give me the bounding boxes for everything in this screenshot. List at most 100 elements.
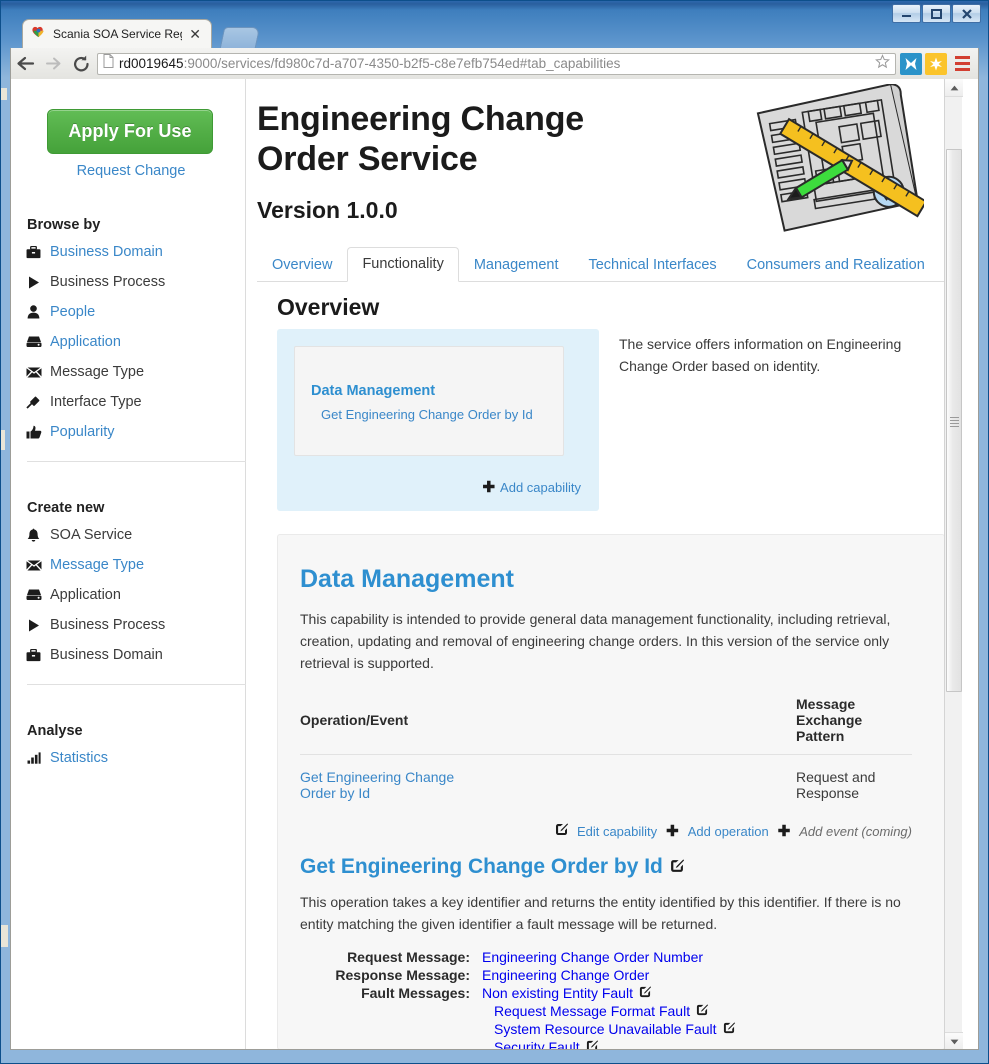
column-message-exchange-pattern: Message Exchange Pattern [460, 692, 912, 755]
main-content: Engineering Change Order Service Version… [247, 79, 962, 1049]
bell-icon [25, 528, 42, 542]
fault-message-link[interactable]: Security Fault [494, 1039, 580, 1049]
sidebar-label: Business Process [50, 274, 166, 290]
sidebar-label: Application [50, 587, 121, 603]
capability-detail-panel: Data Management This capability is inten… [277, 534, 945, 1049]
forward-button[interactable] [39, 55, 67, 72]
address-bar-text: rd0019645:9000/services/fd980c7d-a707-43… [119, 56, 620, 71]
add-operation-link[interactable]: Add operation [688, 824, 769, 839]
tab-overview[interactable]: Overview [257, 248, 347, 282]
minimize-button[interactable] [892, 4, 921, 23]
column-operation-event: Operation/Event [300, 692, 461, 755]
capability-actions: Edit capability ✚ Add operation ✚ Add ev… [300, 823, 912, 839]
scroll-down-arrow[interactable] [945, 1032, 963, 1049]
server-icon [25, 336, 42, 348]
response-message-value[interactable]: Engineering Change Order [482, 967, 649, 983]
envelope-icon [25, 559, 42, 571]
favicon-icon [31, 24, 46, 44]
bar-chart-icon [25, 752, 42, 764]
sidebar-item-application[interactable]: Application [25, 333, 245, 351]
hamburger-menu-icon[interactable] [950, 56, 974, 71]
capability-card[interactable]: Data Management Get Engineering Change O… [294, 346, 564, 456]
plus-icon: ✚ [777, 822, 791, 840]
message-definitions: Request Message: Engineering Change Orde… [300, 949, 922, 1049]
response-message-label: Response Message: [335, 967, 470, 983]
edit-icon[interactable] [670, 855, 684, 879]
sidebar-item-statistics[interactable]: Statistics [25, 749, 245, 767]
sidebar-item-interface-type[interactable]: Interface Type [25, 393, 245, 411]
sidebar-item-create-application[interactable]: Application [25, 586, 245, 604]
apply-for-use-button[interactable]: Apply For Use [47, 109, 213, 154]
sidebar-item-business-process[interactable]: Business Process [25, 273, 245, 291]
edit-capability-link[interactable]: Edit capability [577, 824, 657, 839]
url-path: :9000/services/fd980c7d-a707-4350-b2f5-c… [183, 56, 621, 71]
new-tab-button[interactable] [219, 27, 261, 48]
operation-title-text[interactable]: Get Engineering Change Order by Id [300, 855, 663, 879]
x-extension-icon[interactable] [900, 52, 922, 75]
scroll-up-arrow[interactable] [945, 79, 963, 97]
sidebar-item-create-business-process[interactable]: Business Process [25, 616, 245, 634]
add-capability-button[interactable]: ✚ Add capability [482, 480, 581, 495]
request-message-value[interactable]: Engineering Change Order Number [482, 949, 703, 965]
browser-tab-title: Scania SOA Service Registr [53, 27, 182, 41]
table-row: Get Engineering Change Order by Id Reque… [300, 755, 912, 814]
sidebar-item-message-type[interactable]: Message Type [25, 363, 245, 381]
sidebar-item-business-domain[interactable]: Business Domain [25, 243, 245, 261]
add-capability-label: Add capability [500, 480, 581, 495]
tab-consumers-and-realization[interactable]: Consumers and Realization [732, 248, 940, 282]
fault-messages-label: Fault Messages: [361, 985, 470, 1001]
play-triangle-icon [25, 619, 42, 632]
capability-card-title[interactable]: Data Management [311, 383, 435, 399]
address-bar[interactable]: rd0019645:9000/services/fd980c7d-a707-43… [97, 52, 896, 75]
maximize-button[interactable] [922, 4, 951, 23]
fault-message-link[interactable]: Request Message Format Fault [494, 1003, 690, 1019]
fault-message-value[interactable]: Non existing Entity Fault [482, 985, 651, 1001]
bookmark-star-icon[interactable] [875, 53, 890, 74]
sidebar-item-popularity[interactable]: Popularity [25, 423, 245, 441]
back-button[interactable] [11, 55, 39, 72]
page-content: Apply For Use Request Change Browse by B… [11, 79, 963, 1049]
operation-title: Get Engineering Change Order by Id [300, 855, 922, 879]
sidebar-item-people[interactable]: People [25, 303, 245, 321]
response-message-link[interactable]: Engineering Change Order [482, 967, 649, 983]
edit-icon[interactable] [696, 1003, 709, 1019]
tab-technical-interfaces[interactable]: Technical Interfaces [573, 248, 731, 282]
fault-messages-row: Fault Messages: Non existing Entity Faul… [300, 985, 922, 1001]
fault-message-value[interactable]: Request Message Format Fault [494, 1003, 922, 1019]
person-icon [25, 305, 42, 319]
request-message-link[interactable]: Engineering Change Order Number [482, 949, 703, 965]
scrollbar-thumb[interactable] [946, 149, 962, 692]
fault-message-value[interactable]: Security Fault [494, 1039, 922, 1049]
sidebar-label: Message Type [50, 557, 145, 573]
sidebar-item-create-business-domain[interactable]: Business Domain [25, 646, 245, 664]
fault-message-link[interactable]: System Resource Unavailable Fault [494, 1021, 717, 1037]
cell-operation: Get Engineering Change Order by Id [300, 755, 460, 814]
tab-management[interactable]: Management [459, 248, 574, 282]
sidebar-item-soa-service[interactable]: SOA Service [25, 526, 245, 544]
page-viewport: Apply For Use Request Change Browse by B… [10, 79, 979, 1050]
close-button[interactable] [952, 4, 981, 23]
capability-description: This capability is intended to provide g… [300, 611, 891, 671]
cell-pattern: Request and Response [796, 769, 876, 801]
sidebar-label: Statistics [50, 750, 109, 766]
content-tab-bar: Overview Functionality Management Techni… [257, 246, 945, 282]
page-scrollbar[interactable] [944, 79, 963, 1049]
briefcase-icon [25, 648, 42, 662]
envelope-icon [25, 366, 42, 378]
edit-icon[interactable] [723, 1021, 735, 1037]
edit-icon[interactable] [586, 1039, 598, 1049]
edit-icon[interactable] [639, 985, 651, 1001]
plus-icon: ✚ [666, 822, 679, 840]
star-extension-icon[interactable] [925, 52, 947, 75]
browser-tab[interactable]: Scania SOA Service Registr ✕ [22, 19, 212, 48]
sidebar-item-create-message-type[interactable]: Message Type [25, 556, 245, 574]
plus-icon: ✚ [482, 479, 496, 496]
fault-message-value[interactable]: System Resource Unavailable Fault [494, 1021, 922, 1037]
fault-message-link[interactable]: Non existing Entity Fault [482, 985, 633, 1001]
operation-link[interactable]: Get Engineering Change Order by Id [300, 769, 454, 801]
capability-card-operation[interactable]: Get Engineering Change Order by Id [321, 407, 533, 422]
tab-close-icon[interactable]: ✕ [189, 27, 201, 41]
tab-functionality[interactable]: Functionality [347, 247, 459, 282]
reload-button[interactable] [67, 55, 95, 73]
request-change-link[interactable]: Request Change [31, 163, 231, 179]
